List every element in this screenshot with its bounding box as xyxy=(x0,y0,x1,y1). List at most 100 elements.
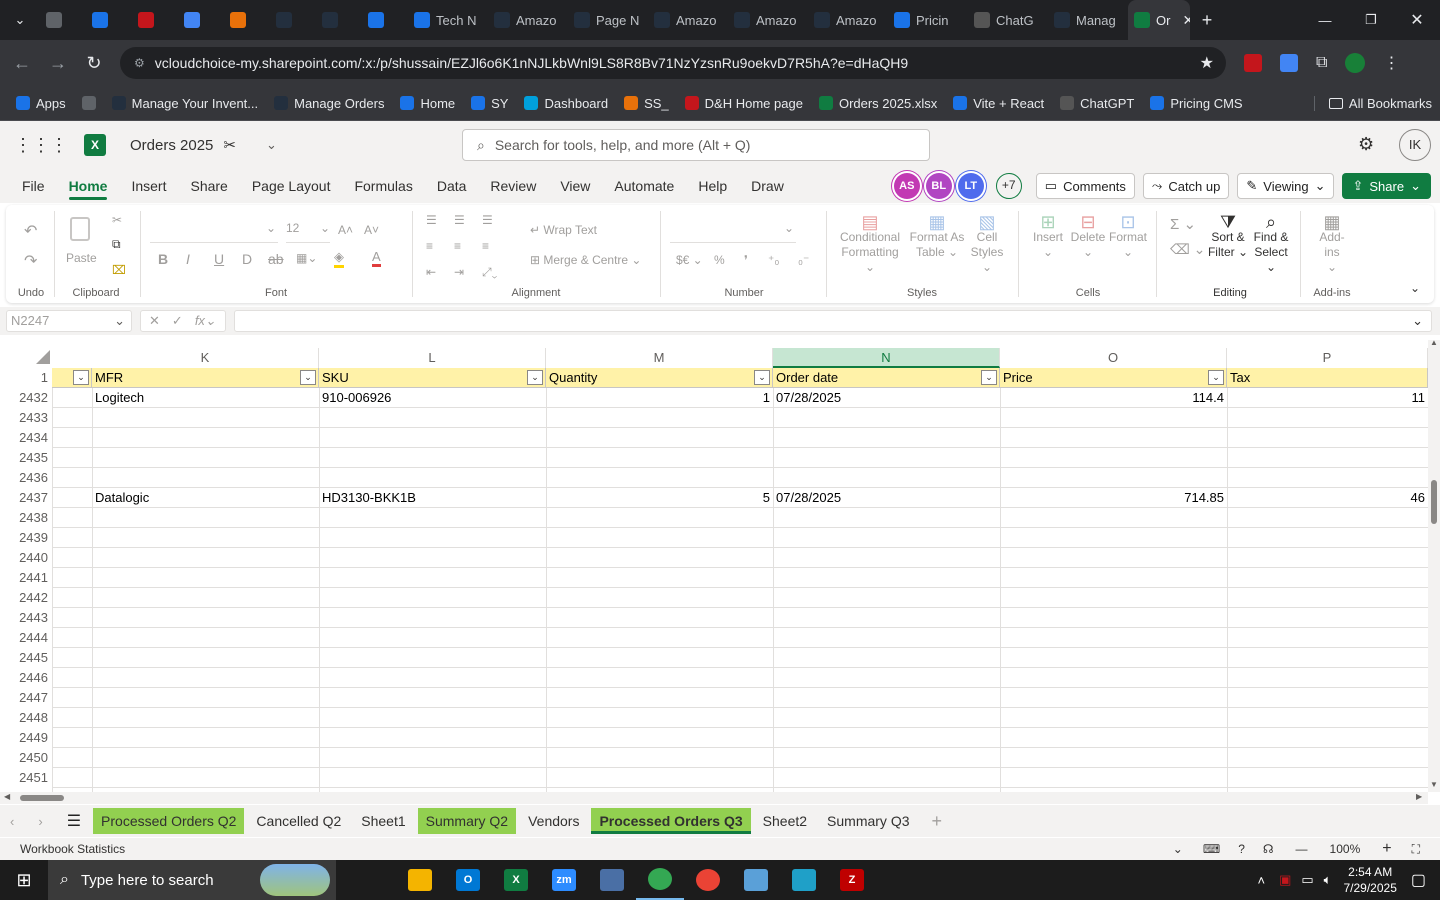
table-cell[interactable] xyxy=(1000,768,1227,788)
table-cell[interactable]: Datalogic xyxy=(92,488,319,508)
filter-dropdown-icon[interactable]: ⌄ xyxy=(1208,370,1224,385)
bold-icon[interactable]: B xyxy=(158,251,168,267)
table-cell[interactable] xyxy=(92,668,319,688)
table-cell[interactable] xyxy=(319,408,546,428)
table-cell[interactable] xyxy=(319,668,546,688)
profile-avatar[interactable] xyxy=(1345,53,1366,73)
browser-tab[interactable]: Amazo xyxy=(808,0,888,40)
merge-centre-button[interactable]: ⊞ Merge & Centre ⌄ xyxy=(530,253,641,267)
comma-icon[interactable]: ❜ xyxy=(744,253,748,267)
align-middle-icon[interactable]: ☰ xyxy=(454,213,465,227)
decrease-indent-icon[interactable]: ⇤ xyxy=(426,265,436,279)
table-cell[interactable] xyxy=(1227,528,1428,548)
network-icon[interactable]: ▭ xyxy=(1301,872,1313,888)
row-header[interactable]: 2450 xyxy=(0,748,52,768)
table-cell[interactable]: 07/28/2025 xyxy=(773,388,1000,408)
column-header-l[interactable]: L xyxy=(319,348,546,368)
close-window-button[interactable]: ✕ xyxy=(1394,0,1440,40)
bookmark-item[interactable]: Pricing CMS xyxy=(1142,96,1250,111)
table-cell[interactable] xyxy=(773,608,1000,628)
table-cell[interactable] xyxy=(92,608,319,628)
table-cell[interactable] xyxy=(92,708,319,728)
browser-tab[interactable]: Amazo xyxy=(728,0,808,40)
table-cell[interactable]: 714.85 xyxy=(1000,488,1227,508)
format-as-table-button[interactable]: ▦ Format As Table ⌄ xyxy=(904,213,970,260)
browser-tab[interactable]: Pricin xyxy=(888,0,968,40)
filter-dropdown-icon[interactable]: ⌄ xyxy=(73,370,89,385)
number-format-select[interactable]: ⌄ xyxy=(670,221,796,243)
new-tab-button[interactable]: + xyxy=(1190,0,1224,40)
browser-tab[interactable]: Manag xyxy=(1048,0,1128,40)
underline-icon[interactable]: U xyxy=(214,251,224,267)
taskbar-app-button[interactable] xyxy=(636,860,684,900)
find-select-button[interactable]: ⌕ Find & Select ⌄ xyxy=(1248,213,1294,275)
taskbar-search[interactable]: ⌕ Type here to search xyxy=(48,860,336,900)
table-cell[interactable] xyxy=(773,728,1000,748)
table-cell[interactable] xyxy=(1000,508,1227,528)
scroll-left-icon[interactable]: ◀ xyxy=(4,792,10,801)
increase-indent-icon[interactable]: ⇥ xyxy=(454,265,464,279)
table-cell[interactable] xyxy=(1227,468,1428,488)
taskbar-app-button[interactable] xyxy=(348,860,396,900)
table-header-cell[interactable]: MFR ⌄ xyxy=(92,368,319,388)
feedback-icon[interactable]: ☊ xyxy=(1263,842,1274,856)
table-cell[interactable] xyxy=(92,728,319,748)
table-cell[interactable] xyxy=(92,688,319,708)
menu-tab-share[interactable]: Share xyxy=(178,169,239,203)
row-header[interactable]: 2447 xyxy=(0,688,52,708)
double-underline-icon[interactable]: D xyxy=(242,251,252,267)
menu-tab-review[interactable]: Review xyxy=(478,169,548,203)
table-cell[interactable] xyxy=(1000,728,1227,748)
table-cell[interactable] xyxy=(1227,628,1428,648)
table-cell[interactable] xyxy=(92,428,319,448)
all-bookmarks-button[interactable]: All Bookmarks xyxy=(1313,95,1440,111)
menu-tab-automate[interactable]: Automate xyxy=(602,169,686,203)
table-cell[interactable] xyxy=(546,408,773,428)
extension-pdf-icon[interactable] xyxy=(1244,54,1262,72)
table-cell[interactable]: 07/28/2025 xyxy=(773,488,1000,508)
table-cell[interactable] xyxy=(1227,548,1428,568)
table-cell[interactable] xyxy=(1000,748,1227,768)
workbook-statistics[interactable]: Workbook Statistics xyxy=(20,842,125,856)
table-cell[interactable]: Logitech xyxy=(92,388,319,408)
scroll-down-icon[interactable]: ▼ xyxy=(1430,780,1438,789)
table-cell[interactable] xyxy=(546,608,773,628)
browser-tab[interactable] xyxy=(178,0,224,40)
spreadsheet-grid[interactable]: KLMNOP 1 ⌄ MFR ⌄ SKU ⌄ Quantity ⌄ Order date ⌄ Pri… xyxy=(0,340,1428,792)
filter-dropdown-icon[interactable]: ⌄ xyxy=(300,370,316,385)
insert-function-icon[interactable]: fx⌄ xyxy=(195,313,216,329)
decrease-decimal-icon[interactable]: ₀⁻ xyxy=(798,253,809,267)
menu-tab-formulas[interactable]: Formulas xyxy=(342,169,424,203)
volume-icon[interactable]: 🔈︎ xyxy=(1324,872,1332,888)
header-cell-j[interactable]: ⌄ xyxy=(52,368,92,388)
table-cell[interactable] xyxy=(1227,648,1428,668)
table-cell[interactable] xyxy=(92,508,319,528)
taskbar-app-button[interactable]: Z xyxy=(828,860,876,900)
add-sheet-button[interactable]: + xyxy=(932,811,943,832)
sheet-tab[interactable]: Processed Orders Q2 xyxy=(93,808,245,834)
title-dropdown-icon[interactable]: ⌄ xyxy=(266,137,277,153)
zoom-out-icon[interactable]: — xyxy=(1296,842,1308,856)
table-cell[interactable] xyxy=(546,588,773,608)
search-box[interactable]: ⌕ Search for tools, help, and more (Alt … xyxy=(462,129,930,161)
presence-more-badge[interactable]: +7 xyxy=(995,173,1022,199)
clock[interactable]: 2:54 AM 7/29/2025 xyxy=(1343,864,1396,896)
table-cell[interactable] xyxy=(546,428,773,448)
table-cell[interactable] xyxy=(1227,768,1428,788)
bookmark-item[interactable]: Manage Your Invent... xyxy=(104,96,266,111)
table-cell[interactable] xyxy=(92,568,319,588)
percent-icon[interactable]: % xyxy=(714,253,725,267)
table-cell[interactable] xyxy=(773,628,1000,648)
browser-tab[interactable]: Tech N xyxy=(408,0,488,40)
table-cell[interactable] xyxy=(546,648,773,668)
taskbar-app-button[interactable] xyxy=(684,860,732,900)
fill-color-icon[interactable]: ◈ xyxy=(334,249,344,268)
taskbar-app-button[interactable]: O xyxy=(444,860,492,900)
reload-button[interactable]: ↻ xyxy=(76,45,112,81)
horizontal-scrollbar[interactable]: ◀ ▶ xyxy=(0,792,1428,804)
table-cell[interactable] xyxy=(773,468,1000,488)
table-cell[interactable]: 46 xyxy=(1227,488,1428,508)
table-cell[interactable] xyxy=(773,668,1000,688)
horizontal-scroll-thumb[interactable] xyxy=(20,795,64,801)
table-cell[interactable] xyxy=(1000,628,1227,648)
